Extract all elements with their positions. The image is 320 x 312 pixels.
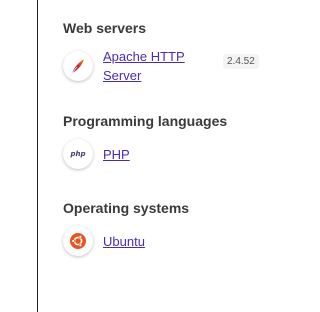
section-title-web-servers: Web servers xyxy=(63,20,147,36)
section-programming-languages: Programming languages xyxy=(63,113,273,130)
section-title-operating-systems: Operating systems xyxy=(63,200,190,216)
tech-row-php: php PHP xyxy=(63,139,273,169)
section-title-programming-languages: Programming languages xyxy=(63,113,228,129)
left-divider xyxy=(37,0,38,312)
ubuntu-icon xyxy=(63,226,93,256)
apache-version-badge: 2.4.52 xyxy=(223,54,259,69)
php-icon-text: php xyxy=(70,150,86,158)
apache-http-server-link[interactable]: Apache HTTP Server xyxy=(103,47,208,85)
section-web-servers: Web servers xyxy=(63,20,273,37)
tech-row-apache: Apache HTTP Server 2.4.52 xyxy=(63,47,273,85)
apache-feather-icon xyxy=(63,51,93,81)
tech-row-ubuntu: Ubuntu xyxy=(63,226,273,256)
php-icon: php xyxy=(63,139,93,169)
section-operating-systems: Operating systems xyxy=(63,200,273,217)
ubuntu-link[interactable]: Ubuntu xyxy=(103,232,208,251)
php-link[interactable]: PHP xyxy=(103,145,208,164)
